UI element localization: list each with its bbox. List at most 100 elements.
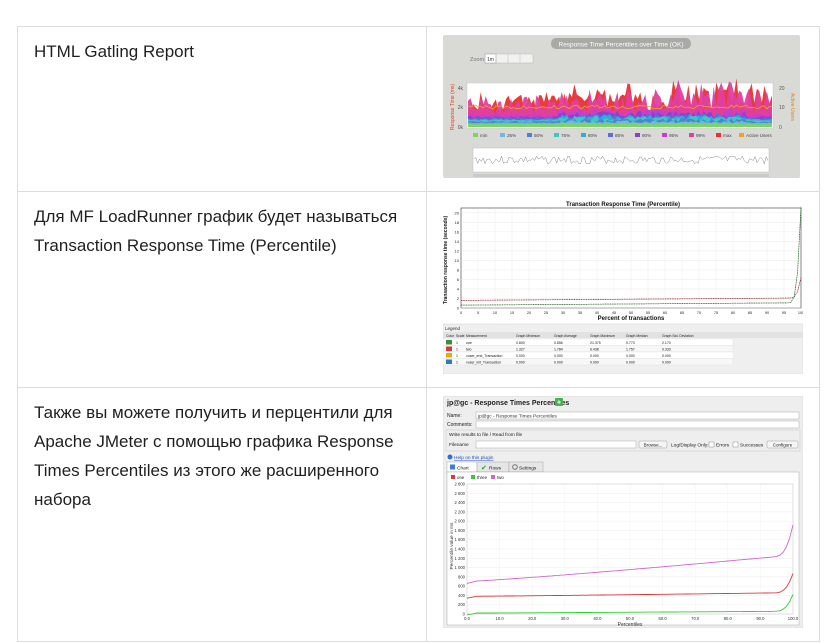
legend-cell: 0.773 (626, 341, 635, 345)
legend-cell: 0.000 (516, 354, 525, 358)
navigator-scrollbar[interactable] (473, 174, 769, 177)
x-tick-label: 60 (663, 311, 667, 315)
legend-label: max (723, 133, 732, 138)
svg-text:0: 0 (779, 125, 782, 131)
help-link[interactable]: Help on this plugin (454, 455, 494, 461)
jmeter-window: jp@gc - Response Times Percentiles + Nam… (442, 395, 804, 629)
x-tick-label: 100.0 (788, 616, 799, 621)
comparison-table: HTML Gatling Report Response Time Percen… (17, 26, 820, 642)
legend-label: 85% (615, 133, 624, 138)
help-icon (447, 454, 453, 460)
y-tick-label: 800 (458, 574, 466, 579)
x-tick-label: 95 (782, 311, 786, 315)
legend-swatch (473, 133, 478, 137)
y-right-axis-label: Active Users (789, 93, 795, 122)
tab-rows[interactable]: ✔ Rows (476, 461, 510, 473)
x-tick-label: 50 (629, 311, 633, 315)
legend-cell: 2.170 (662, 341, 671, 345)
legend-cell: 0.000 (554, 354, 563, 358)
x-tick-label: 80.0 (724, 616, 733, 621)
legend-cell: vuser_end_Transaction (466, 354, 503, 358)
tab-settings[interactable]: Settings (508, 461, 544, 473)
x-tick-label: 60.0 (659, 616, 668, 621)
x-tick-label: 40.0 (593, 616, 602, 621)
lr-title: Transaction Response Time (Percentile) (566, 202, 680, 208)
y-tick-label: 10 (455, 258, 460, 263)
legend-cell: 0.000 (626, 360, 635, 364)
y-tick-label: 1 000 (455, 565, 466, 570)
legend-label: 25% (507, 133, 516, 138)
y-left-axis-label: Response Time (ms) (450, 84, 456, 130)
filename-input[interactable] (475, 440, 637, 449)
legend-cell: 0.000 (554, 360, 563, 364)
legend-cell: 0.000 (516, 360, 525, 364)
navigator-panel[interactable] (472, 147, 770, 173)
legend-label: 75% (561, 133, 570, 138)
legend-header: Measurement (466, 334, 487, 338)
svg-text:Successes: Successes (740, 442, 764, 448)
legend-label: 95% (669, 133, 678, 138)
svg-text:Browse...: Browse... (644, 442, 663, 447)
comments-input[interactable] (475, 420, 800, 429)
legend-color-swatch (446, 346, 452, 351)
jmeter-plot-area: 2 800 2 600 2 400 2 200 2 000 1 800 1 600 1 400… (455, 482, 799, 622)
y-tick-label: 1 400 (455, 547, 466, 552)
legend-cell: 0.856 (554, 341, 563, 345)
legend-label: 80% (588, 133, 597, 138)
errors-checkbox[interactable] (708, 441, 715, 448)
legend-label: 99% (696, 133, 705, 138)
svg-text:jp@gc - Response Times Percent: jp@gc - Response Times Percentiles (477, 414, 557, 420)
lr-x-label: Percent of transactions (598, 316, 665, 322)
svg-text:1m: 1m (487, 57, 494, 63)
x-tick-label: 100 (798, 311, 803, 315)
y-tick-label: 1 800 (455, 528, 466, 533)
y-tick-label: 600 (458, 584, 466, 589)
x-tick-label: 5 (477, 311, 479, 315)
checkmark-icon: ✔ (481, 465, 487, 472)
legend-cell: 1.784 (554, 347, 563, 351)
gatling-chart: Response Time Percentiles over Time (OK)… (443, 35, 800, 178)
x-tick-label: 0.0 (464, 616, 470, 621)
x-tick-label: 0 (460, 311, 462, 315)
svg-text:Settings: Settings (519, 466, 537, 472)
zoom-label: Zoom (470, 57, 484, 63)
legend-swatch (554, 133, 559, 137)
svg-text:Errors: Errors (716, 442, 730, 448)
legend-cell: 21.375 (590, 341, 601, 345)
legend-cell: 0.000 (662, 354, 671, 358)
legend-color-swatch (446, 359, 452, 364)
legend-cell: 1 (456, 354, 458, 358)
jmeter-y-label: Percentile value in ms (449, 522, 455, 570)
row-text: Для MF LoadRunner график будет называтьс… (17, 191, 427, 388)
name-label: Name: (447, 413, 462, 419)
gatling-title: Response Time Percentiles over Time (OK) (559, 42, 684, 49)
legend-label: two (497, 475, 504, 480)
x-tick-label: 30 (561, 311, 565, 315)
legend-cell: 1.327 (516, 347, 525, 351)
x-tick-label: 20.0 (528, 616, 537, 621)
y-tick-label: 2 200 (455, 509, 466, 514)
y-tick-label: 2 800 (455, 482, 466, 487)
svg-text:+: + (557, 400, 561, 407)
x-tick-label: 10 (493, 311, 497, 315)
svg-text:20: 20 (779, 86, 785, 92)
legend-header: Scale (456, 334, 465, 338)
legend-label: min (480, 133, 488, 138)
legend-swatch (608, 133, 613, 137)
legend-cell: 1 (456, 347, 458, 351)
legend-header: Graph Std. Deviation (662, 334, 694, 338)
successes-checkbox[interactable] (732, 441, 739, 448)
y-tick-label: 20 (455, 210, 460, 215)
loadrunner-figure: Transaction Response Time (Percentile) T… (426, 191, 820, 388)
legend-swatch (527, 133, 532, 137)
y-tick-label: 1 200 (455, 556, 466, 561)
legend-label: three (477, 475, 488, 480)
legend-cell: 1 (456, 360, 458, 364)
x-tick-label: 10.0 (496, 616, 505, 621)
legend-cell: vuser_init_Transaction (466, 360, 501, 364)
svg-text:10: 10 (779, 105, 785, 111)
lr-plot-area: 201816141210864200 5 10 15 20 25 30 35 40 45 50 55 6… (455, 206, 804, 315)
legend-cell: 0.333 (662, 347, 671, 351)
y-tick-label: 14 (455, 239, 460, 244)
tab-chart[interactable]: Chart (446, 461, 478, 473)
